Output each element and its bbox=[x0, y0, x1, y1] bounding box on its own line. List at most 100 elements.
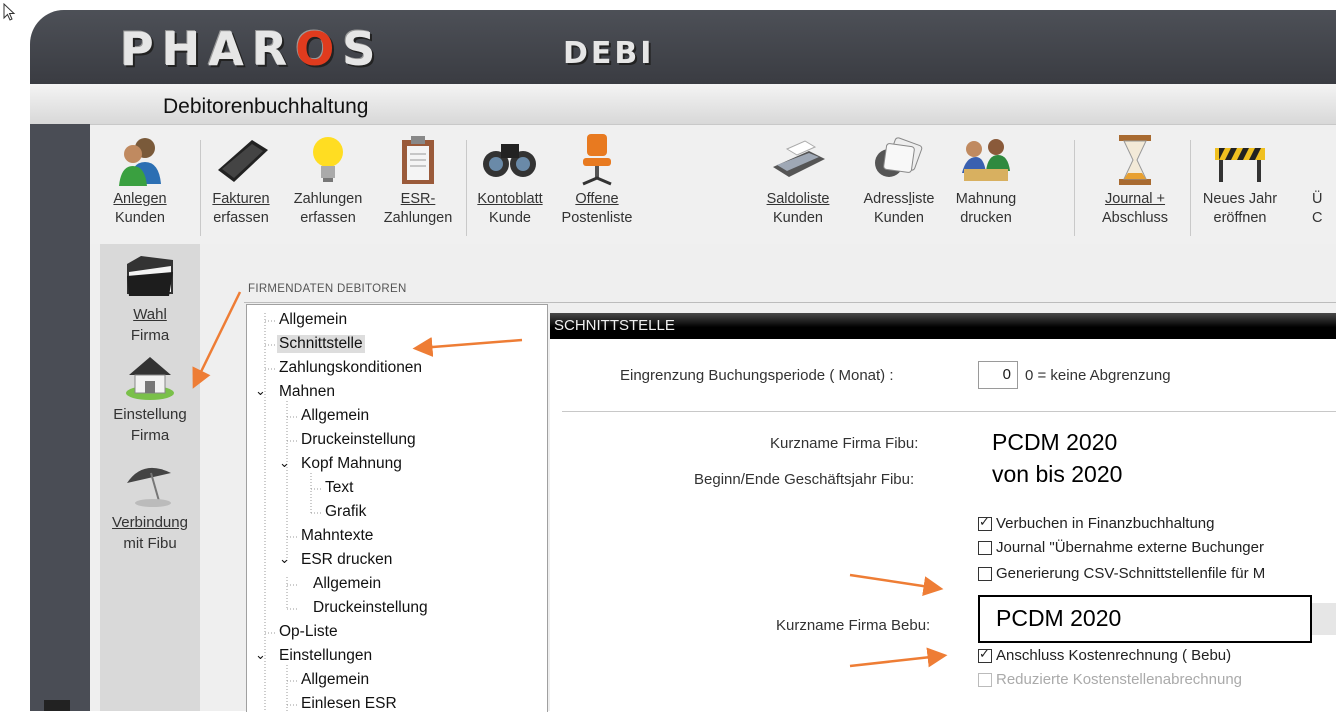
toolbar-adressliste-kunden-button[interactable]: Adressliste Kunden bbox=[858, 130, 940, 242]
toolbar-zahlungen-erfassen-button[interactable]: Zahlungen erfassen bbox=[290, 130, 366, 242]
tree-item-esr-allgemein[interactable]: Allgemein bbox=[313, 575, 381, 593]
label-line2: erfassen bbox=[213, 210, 269, 226]
meeting-icon bbox=[962, 139, 1010, 181]
lightbulb-icon bbox=[313, 137, 343, 182]
tree-item-op-liste[interactable]: Op-Liste bbox=[279, 623, 338, 641]
section-title-bar: SCHNITTSTELLE bbox=[550, 313, 1336, 339]
bebu-name-label: Kurzname Firma Bebu: bbox=[776, 617, 931, 634]
label-line2: Postenliste bbox=[561, 210, 633, 226]
label-line2: Firma bbox=[130, 327, 170, 344]
partial-icon bbox=[1312, 130, 1336, 190]
label-line1: Adressliste bbox=[863, 191, 935, 207]
label-line1: Verbindung bbox=[112, 514, 188, 531]
label-line2: Kunden bbox=[115, 210, 165, 226]
tree-chevron-esr[interactable]: ⌄ bbox=[279, 551, 290, 567]
tree-item-einlesen-esr[interactable]: Einlesen ESR bbox=[301, 695, 397, 712]
users-icon bbox=[119, 138, 161, 186]
checkbox-label: Verbuchen in Finanzbuchhaltung bbox=[996, 515, 1215, 532]
toolbar-kontoblatt-kunde-button[interactable]: Kontoblatt Kunde bbox=[473, 130, 547, 242]
tree-item-esr-drucken[interactable]: ESR drucken bbox=[301, 551, 392, 569]
fibu-name-value: PCDM 2020 bbox=[992, 429, 1118, 455]
label-line1: Kontoblatt bbox=[477, 191, 543, 207]
label-line2: eröffnen bbox=[1213, 210, 1267, 226]
keyboard-icon bbox=[218, 140, 268, 182]
office-chair-icon bbox=[582, 134, 612, 186]
tree-item-einstellungen[interactable]: Einstellungen bbox=[279, 647, 372, 665]
tree-item-esr-druckeinstellung[interactable]: Druckeinstellung bbox=[313, 599, 428, 617]
checkbox-box[interactable] bbox=[978, 540, 992, 555]
checkbox-journal[interactable]: Journal "Übernahme externe Buchunger bbox=[978, 539, 1264, 556]
tree-item-mahntexte[interactable]: Mahntexte bbox=[301, 527, 373, 545]
clipboard-icon bbox=[402, 136, 434, 184]
checkbox-label: Reduzierte Kostenstellenabrechnung bbox=[996, 671, 1242, 688]
toolbar-saldoliste-kunden-button[interactable]: Saldoliste Kunden bbox=[764, 130, 832, 242]
bebu-field-edge bbox=[1312, 603, 1336, 635]
label-line2: drucken bbox=[960, 210, 1012, 226]
tree-item-text[interactable]: Text bbox=[325, 479, 353, 497]
toolbar-esr-zahlungen-button[interactable]: ESR- Zahlungen bbox=[376, 130, 460, 242]
house-icon bbox=[126, 357, 174, 400]
mouse-cursor-icon bbox=[3, 3, 16, 21]
tree-item-druckeinstellung[interactable]: Druckeinstellung bbox=[301, 431, 416, 449]
tree-item-mahnen[interactable]: Mahnen bbox=[279, 383, 335, 401]
label-line1: Saldoliste bbox=[766, 191, 830, 207]
toolbar-anlegen-kunden-button[interactable]: Anlegen Kunden bbox=[108, 130, 172, 242]
tree-item-mahnen-allgemein[interactable]: Allgemein bbox=[301, 407, 369, 425]
checkbox-box[interactable] bbox=[978, 646, 992, 663]
label-line2: Zahlungen bbox=[383, 210, 453, 226]
panel-title: FIRMENDATEN DEBITOREN bbox=[248, 283, 407, 295]
exit-icon[interactable] bbox=[44, 700, 70, 711]
toolbar-neues-jahr-button[interactable]: Neues Jahr eröffnen bbox=[1198, 130, 1282, 242]
tree-item-grafik[interactable]: Grafik bbox=[325, 503, 366, 521]
binoculars-icon bbox=[483, 144, 536, 177]
bebu-name-value: PCDM 2020 bbox=[996, 605, 1122, 631]
period-hint: 0 = keine Abgrenzung bbox=[1025, 367, 1171, 384]
period-label: Eingrenzung Buchungsperiode ( Monat) : bbox=[620, 367, 894, 384]
sidebar-wahl-firma-button[interactable]: Wahl Firma bbox=[100, 246, 200, 346]
folder-icon bbox=[127, 256, 173, 296]
tree-chevron-kopf[interactable]: ⌄ bbox=[279, 455, 290, 471]
tree-chevron-einstellungen[interactable]: ⌄ bbox=[255, 647, 266, 663]
label-line2: Kunden bbox=[773, 210, 823, 226]
fibu-name-label: Kurzname Firma Fibu: bbox=[770, 435, 919, 452]
checkbox-box[interactable] bbox=[978, 514, 992, 531]
checkbox-verbuchen[interactable]: Verbuchen in Finanzbuchhaltung bbox=[978, 514, 1215, 532]
toolbar-offene-postenliste-button[interactable]: Offene Postenliste bbox=[550, 130, 644, 242]
form-divider bbox=[562, 411, 1336, 412]
toolbar-mahnung-drucken-button[interactable]: Mahnung drucken bbox=[952, 130, 1020, 242]
tree-item-zahlungskonditionen[interactable]: Zahlungskonditionen bbox=[279, 359, 422, 377]
toolbar-journal-abschluss-button[interactable]: Journal + Abschluss bbox=[1086, 130, 1184, 242]
sidebar: Wahl Firma Einstellung Firma Verbindung … bbox=[100, 244, 200, 711]
tree-item-einstellungen-allgemein[interactable]: Allgemein bbox=[301, 671, 369, 689]
checkbox-label: Generierung CSV-Schnittstellenfile für M bbox=[996, 565, 1266, 582]
left-strip bbox=[30, 124, 90, 711]
period-input[interactable]: 0 bbox=[978, 361, 1018, 389]
toolbar: Anlegen Kunden Fakturen erfassen Zahlung… bbox=[90, 130, 1336, 244]
barrier-icon bbox=[1215, 148, 1265, 182]
label-line1: Einstellung bbox=[113, 406, 187, 423]
label-line1: Ü bbox=[1312, 191, 1323, 207]
tree-chevron-mahnen[interactable]: ⌄ bbox=[255, 383, 266, 399]
label-line1: Offene bbox=[575, 191, 619, 207]
app-logo: PHAROS bbox=[120, 22, 384, 76]
sidebar-verbindung-fibu-button[interactable]: Verbindung mit Fibu bbox=[100, 452, 200, 554]
label-line2: C bbox=[1312, 210, 1323, 226]
checkbox-kostenrechnung[interactable]: Anschluss Kostenrechnung ( Bebu) bbox=[978, 646, 1231, 664]
tree-item-allgemein[interactable]: Allgemein bbox=[279, 311, 347, 329]
fibu-year-label: Beginn/Ende Geschäftsjahr Fibu: bbox=[694, 471, 915, 488]
tree-item-kopf-mahnung[interactable]: Kopf Mahnung bbox=[301, 455, 402, 473]
toolbar-fakturen-erfassen-button[interactable]: Fakturen erfassen bbox=[208, 130, 274, 242]
label-line1: Neues Jahr bbox=[1202, 191, 1278, 207]
label-line2: Firma bbox=[130, 427, 170, 444]
sidebar-einstellung-firma-button[interactable]: Einstellung Firma bbox=[100, 348, 200, 446]
tree-item-schnittstelle[interactable]: Schnittstelle bbox=[277, 335, 365, 353]
label-line1: Fakturen bbox=[212, 191, 270, 207]
checkbox-box[interactable] bbox=[978, 566, 992, 581]
label-line1: Zahlungen bbox=[293, 191, 363, 207]
checkbox-csv[interactable]: Generierung CSV-Schnittstellenfile für M bbox=[978, 565, 1265, 582]
label-line1: Journal + bbox=[1104, 191, 1166, 207]
toolbar-cutoff-button[interactable]: Ü C bbox=[1312, 130, 1336, 242]
label-line2: Kunden bbox=[874, 210, 924, 226]
checkbox-box bbox=[978, 672, 992, 687]
label-line1: Mahnung bbox=[955, 191, 1017, 207]
